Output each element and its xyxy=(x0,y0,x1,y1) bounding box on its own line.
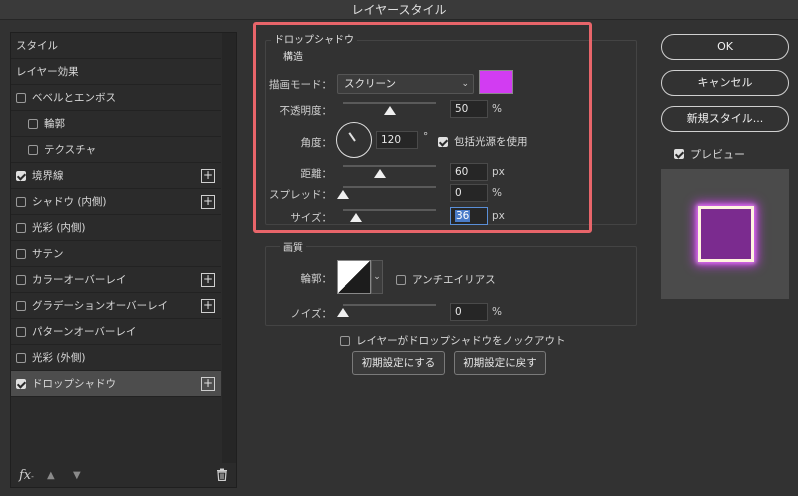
style-item-label: スタイル xyxy=(16,40,58,52)
make-default-button[interactable]: 初期設定にする xyxy=(352,351,445,375)
style-item[interactable]: テクスチャ xyxy=(11,137,221,163)
preview-thumbnail xyxy=(698,206,754,262)
style-item[interactable]: レイヤー効果 xyxy=(11,59,221,85)
move-up-icon[interactable]: ▲ xyxy=(47,470,57,481)
chevron-down-icon: ⌄ xyxy=(373,272,381,282)
checkbox-icon xyxy=(674,149,684,159)
noise-label: ノイズ： xyxy=(290,308,332,320)
style-item[interactable]: グラデーションオーバーレイ + xyxy=(11,293,221,319)
style-item-label: グラデーションオーバーレイ xyxy=(32,300,169,312)
new-style-button[interactable]: 新規スタイル... xyxy=(661,106,789,132)
checkbox-icon xyxy=(396,274,406,285)
fx-button[interactable]: fx- xyxy=(19,468,34,483)
style-item-label: カラーオーバーレイ xyxy=(32,274,127,286)
style-item[interactable]: 境界線 + xyxy=(11,163,221,189)
antialias-checkbox[interactable]: アンチエイリアス xyxy=(396,272,496,287)
checkbox-icon[interactable] xyxy=(16,300,26,311)
reset-default-button[interactable]: 初期設定に戻す xyxy=(454,351,546,375)
checkbox-icon[interactable] xyxy=(16,274,26,285)
window-title: レイヤースタイル xyxy=(0,0,798,20)
style-item[interactable]: 光彩 (外側) xyxy=(11,345,221,371)
checkbox-icon[interactable] xyxy=(16,170,26,181)
trash-icon[interactable] xyxy=(216,468,228,481)
checkbox-icon[interactable] xyxy=(16,326,26,337)
checkbox-icon[interactable] xyxy=(16,196,26,207)
noise-slider-track[interactable] xyxy=(343,304,436,306)
style-item-label: シャドウ (内側) xyxy=(32,196,107,208)
style-item[interactable]: シャドウ (内側) + xyxy=(11,189,221,215)
style-item-label: 光彩 (内側) xyxy=(32,222,86,234)
add-effect-icon[interactable]: + xyxy=(201,169,215,183)
noise-unit: % xyxy=(492,306,502,318)
noise-input[interactable]: 0 xyxy=(450,303,488,321)
styles-panel: スタイルレイヤー効果ベベルとエンボス輪郭テクスチャ境界線 + シャドウ (内側) + 光… xyxy=(10,32,237,488)
checkbox-icon[interactable] xyxy=(28,144,38,155)
style-item[interactable]: スタイル xyxy=(11,33,221,59)
preview-checkbox[interactable]: プレビュー xyxy=(674,146,745,162)
style-item[interactable]: ドロップシャドウ + xyxy=(11,371,221,397)
style-item[interactable]: サテン xyxy=(11,241,221,267)
ok-button[interactable]: OK xyxy=(661,34,789,60)
style-item-label: レイヤー効果 xyxy=(16,66,79,78)
styles-list: スタイルレイヤー効果ベベルとエンボス輪郭テクスチャ境界線 + シャドウ (内側) + 光… xyxy=(11,33,221,463)
style-item[interactable]: パターンオーバーレイ xyxy=(11,319,221,345)
style-item[interactable]: 光彩 (内側) xyxy=(11,215,221,241)
cancel-button[interactable]: キャンセル xyxy=(661,70,789,96)
style-item-label: サテン xyxy=(32,248,64,260)
style-item-label: 輪郭 xyxy=(44,118,65,130)
style-item-label: ドロップシャドウ xyxy=(32,378,116,390)
add-effect-icon[interactable]: + xyxy=(201,273,215,287)
style-item[interactable]: カラーオーバーレイ + xyxy=(11,267,221,293)
checkbox-icon[interactable] xyxy=(28,118,38,129)
checkbox-icon[interactable] xyxy=(16,352,26,363)
styles-footer: fx- ▲ ▼ xyxy=(11,463,236,488)
style-item-label: 光彩 (外側) xyxy=(32,352,86,364)
quality-title: 画質 xyxy=(280,239,306,254)
style-item[interactable]: ベベルとエンボス xyxy=(11,85,221,111)
checkbox-icon[interactable] xyxy=(16,248,26,259)
knockout-checkbox[interactable]: レイヤーがドロップシャドウをノックアウト xyxy=(340,333,565,348)
contour-dropdown[interactable]: ⌄ xyxy=(371,260,383,294)
style-item-label: ベベルとエンボス xyxy=(32,92,116,104)
checkbox-icon[interactable] xyxy=(16,378,26,389)
style-item-label: 境界線 xyxy=(32,170,64,182)
style-item-label: テクスチャ xyxy=(44,144,97,156)
noise-slider-thumb[interactable] xyxy=(337,308,349,317)
move-down-icon[interactable]: ▼ xyxy=(73,470,83,481)
add-effect-icon[interactable]: + xyxy=(201,377,215,391)
style-preview xyxy=(661,169,789,299)
style-item[interactable]: 輪郭 xyxy=(11,111,221,137)
add-effect-icon[interactable]: + xyxy=(201,195,215,209)
checkbox-icon[interactable] xyxy=(16,222,26,233)
checkbox-icon[interactable] xyxy=(16,92,26,103)
contour-label: 輪郭： xyxy=(300,273,333,285)
annotation-highlight-box xyxy=(253,22,592,233)
add-effect-icon[interactable]: + xyxy=(201,299,215,313)
styles-scrollbar[interactable] xyxy=(222,33,236,463)
contour-picker[interactable] xyxy=(337,260,371,294)
style-item-label: パターンオーバーレイ xyxy=(32,326,137,338)
checkbox-icon xyxy=(340,335,350,346)
